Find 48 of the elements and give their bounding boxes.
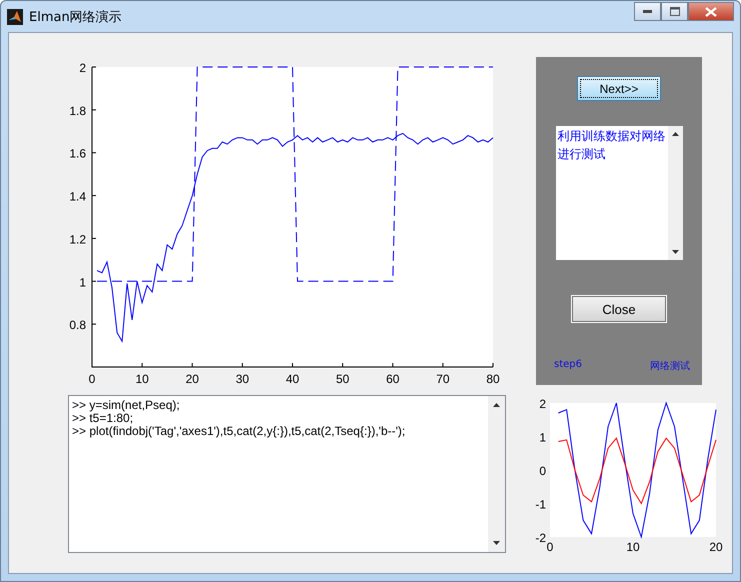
tick-label: 1	[539, 430, 546, 444]
stage-label: 网络测试	[650, 360, 690, 373]
close-icon	[705, 6, 717, 16]
scroll-down-icon	[672, 250, 678, 254]
tick-label: 10	[626, 540, 640, 554]
tick-label: 60	[386, 372, 400, 386]
tick-label: 70	[436, 372, 450, 386]
maximize-button[interactable]	[661, 2, 688, 21]
info-listbox[interactable]: 利用训练数据对网络进行测试	[556, 126, 682, 260]
tick-label: 2	[79, 61, 86, 75]
close-button[interactable]: Close	[572, 296, 666, 322]
tick-label: 0	[88, 372, 96, 386]
code-line: >> y=sim(net,Pseq);	[72, 399, 181, 412]
tick-label: 80	[486, 372, 500, 386]
step-label: step6	[554, 359, 582, 372]
tick-label: 30	[236, 372, 250, 386]
tick-label: 0.8	[69, 318, 86, 332]
tick-label: 2	[539, 397, 546, 411]
tick-label: -2	[535, 531, 546, 545]
tick-label: 40	[286, 372, 300, 386]
tick-label: 1.8	[69, 104, 86, 118]
tick-label: 20	[186, 372, 199, 386]
minimize-icon	[643, 10, 652, 13]
app-icon	[7, 8, 23, 24]
window-title: Elman网络演示	[29, 8, 122, 26]
info-text: 利用训练数据对网络进行测试	[556, 128, 666, 163]
command-box[interactable]: >> y=sim(net,Pseq); >> t5=1:80; >> plot(findobj('Tag','axes1'),t5,cat(2,y{:}),t5,cat(2,Tseq{:}),'b--');	[68, 395, 506, 553]
minimize-button[interactable]	[634, 2, 661, 21]
maximize-icon	[670, 7, 680, 16]
tick-label: 20	[709, 540, 723, 554]
tick-label: 1	[79, 275, 86, 290]
scroll-up-icon	[672, 132, 678, 136]
scroll-down-icon	[493, 541, 500, 545]
scrollbar[interactable]	[668, 126, 682, 260]
next-button[interactable]: Next>>	[577, 76, 661, 101]
tick-label: 0	[539, 464, 546, 478]
scrollbar[interactable]	[488, 396, 505, 552]
tick-label: 10	[135, 372, 149, 386]
scroll-up-icon	[493, 403, 500, 407]
tick-label: 1.2	[69, 232, 86, 246]
tick-label: 50	[336, 372, 350, 386]
code-line: >> t5=1:80;	[72, 412, 134, 425]
tick-label: 1.4	[69, 190, 86, 204]
tick-label: 1.6	[69, 146, 86, 161]
tick-label: -1	[535, 498, 546, 512]
tick-label: 0	[546, 540, 554, 554]
code-line: >> plot(findobj('Tag','axes1'),t5,cat(2,y{:}),t5,cat(2,Tseq{:}),'b--');	[72, 425, 406, 438]
close-button[interactable]	[688, 2, 734, 21]
